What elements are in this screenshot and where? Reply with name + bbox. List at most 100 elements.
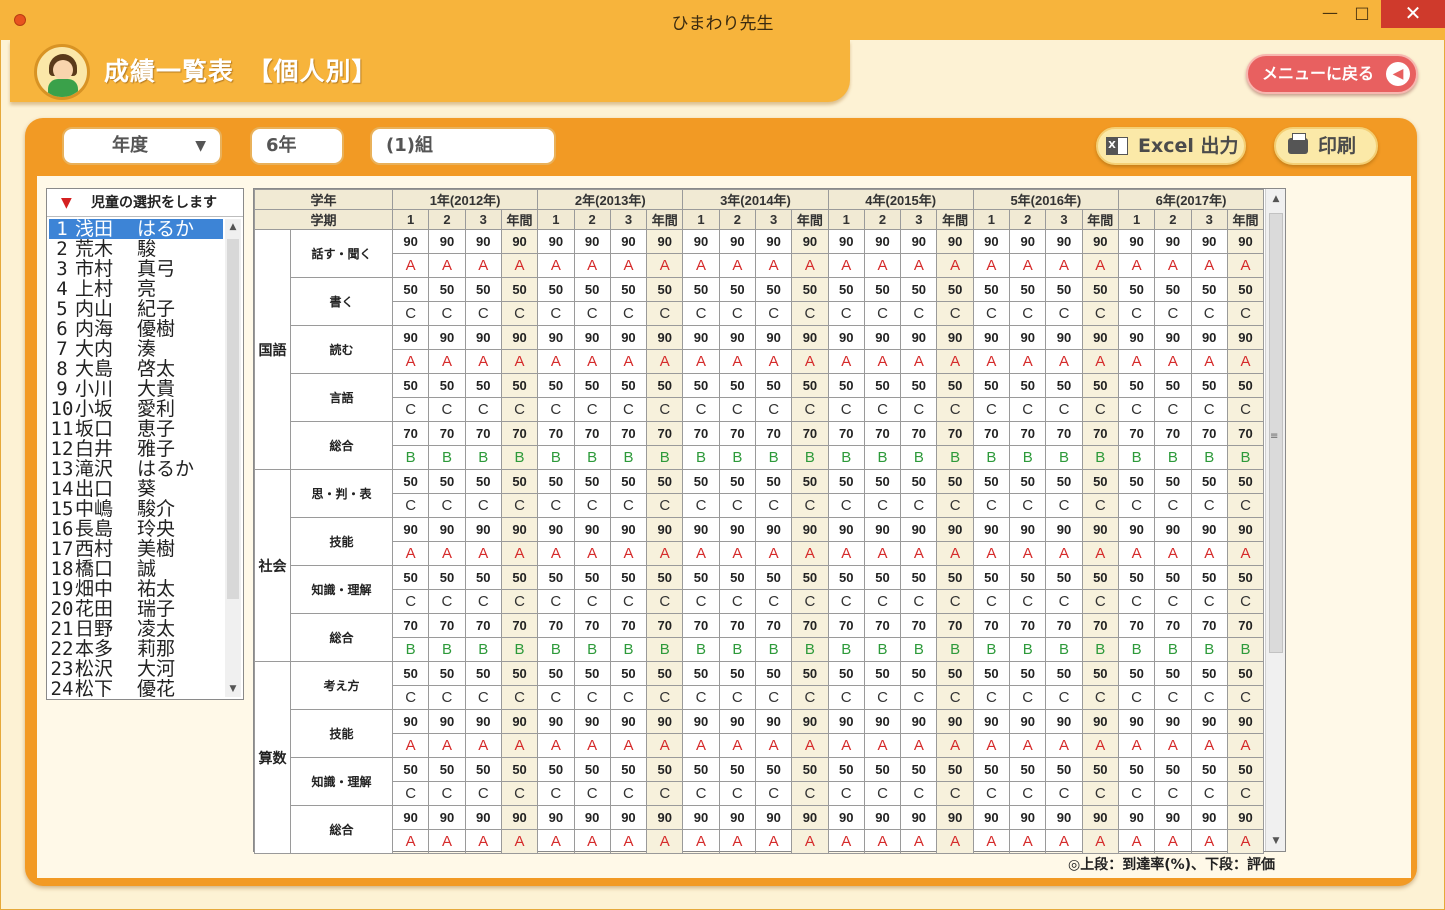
score-cell: 90	[936, 229, 974, 254]
student-list-item[interactable]: 19畑中 祐太	[49, 579, 223, 599]
evaluation-cell: C	[682, 589, 720, 614]
student-list-item[interactable]: 2 荒木 駿	[49, 239, 223, 259]
back-to-menu-button[interactable]: メニューに戻る ◀	[1246, 54, 1418, 94]
evaluation-cell: B	[500, 637, 539, 662]
evaluation-cell: C	[1190, 589, 1228, 614]
student-list-header: ▼ 児童の選択をします	[47, 189, 243, 217]
term-header: 3	[900, 209, 938, 230]
student-given-name: 優樹	[137, 318, 176, 340]
student-list-item[interactable]: 4 上村 亮	[49, 279, 223, 299]
student-list-header-label: 児童の選択をします	[91, 195, 217, 211]
table-row: BBBBBBBBBBBBBBBBBBBBBBBB	[255, 637, 1265, 662]
evaluation-cell: C	[1226, 781, 1265, 806]
student-list-item[interactable]: 11坂口 恵子	[49, 419, 223, 439]
score-cell: 90	[1117, 325, 1156, 350]
term-header: 3	[1190, 209, 1228, 230]
student-list-item[interactable]: 23松沢 大河	[49, 659, 223, 679]
evaluation-cell: C	[537, 301, 575, 326]
score-cell: 90	[863, 709, 902, 734]
score-cell: 90	[1154, 805, 1192, 830]
evaluation-cell: A	[1154, 253, 1192, 278]
score-cell: 50	[972, 469, 1011, 494]
student-list-item[interactable]: 6 内海 優樹	[49, 319, 223, 339]
student-family-name: 松下	[75, 678, 114, 700]
student-list-item[interactable]: 16長島 玲央	[49, 519, 223, 539]
score-cell: 50	[1117, 469, 1156, 494]
student-list-item[interactable]: 14出口 葵	[49, 479, 223, 499]
evaluation-cell: A	[1045, 733, 1083, 758]
student-list-item[interactable]: 10小坂 愛利	[49, 399, 223, 419]
term-header: 2	[1009, 209, 1047, 230]
scroll-up-icon[interactable]: ▲	[225, 219, 241, 235]
evaluation-cell: C	[1009, 301, 1047, 326]
score-cell: 50	[392, 277, 430, 302]
student-list-scroll-thumb[interactable]	[227, 239, 239, 599]
grade-field[interactable]: 6年	[250, 127, 344, 165]
evaluation-cell: A	[537, 541, 575, 566]
student-list-item[interactable]: 17西村 美樹	[49, 539, 223, 559]
scroll-down-icon[interactable]: ▼	[225, 681, 241, 697]
evaluation-cell: B	[573, 637, 611, 662]
evaluation-cell: B	[464, 445, 502, 470]
evaluation-cell: A	[1009, 253, 1047, 278]
evaluation-cell: C	[754, 493, 793, 518]
evaluation-cell: C	[1190, 397, 1228, 422]
excel-export-button[interactable]: Excel 出力	[1096, 127, 1246, 165]
evaluation-cell: B	[754, 445, 793, 470]
evaluation-cell: A	[1045, 253, 1083, 278]
grades-scrollbar[interactable]: ▲ ≡ ▼	[1265, 189, 1285, 851]
student-list-item[interactable]: 1 浅田 はるか	[49, 219, 223, 239]
score-cell: 90	[682, 805, 720, 830]
evaluation-cell: C	[682, 301, 720, 326]
evaluation-cell: C	[791, 397, 829, 422]
maximize-button[interactable]: □	[1340, 0, 1384, 28]
student-list-item[interactable]: 7 大内 湊	[49, 339, 223, 359]
evaluation-cell: A	[754, 541, 793, 566]
student-list-item[interactable]: 18橋口 誠	[49, 559, 223, 579]
print-button[interactable]: 印刷	[1274, 127, 1378, 165]
student-given-name: 啓太	[137, 358, 176, 380]
evaluation-cell: C	[900, 781, 938, 806]
scroll-up-icon[interactable]: ▲	[1268, 191, 1284, 207]
evaluation-cell: B	[1190, 637, 1228, 662]
year-dropdown[interactable]: 年度 ▼	[62, 127, 222, 165]
student-list-item[interactable]: 3 市村 真弓	[49, 259, 223, 279]
student-list-item[interactable]: 9 小川 大貴	[49, 379, 223, 399]
evaluation-cell: A	[936, 253, 974, 278]
evaluation-cell: C	[754, 685, 793, 710]
student-given-name: 真弓	[137, 258, 176, 280]
score-cell: 50	[900, 469, 938, 494]
student-list-scrollbar[interactable]: ▲ ▼	[225, 219, 241, 697]
term-header: 2	[1154, 209, 1192, 230]
evaluation-cell: C	[972, 301, 1011, 326]
close-button[interactable]: ✕	[1381, 0, 1445, 28]
student-list-item[interactable]: 22本多 莉那	[49, 639, 223, 659]
scroll-down-icon[interactable]: ▼	[1268, 833, 1284, 849]
score-cell: 50	[1154, 661, 1192, 686]
table-row: 読む 90 90 90 90 90 90 90 90 90 90 90 90 90 90 90 90 90 90 90…	[255, 325, 1265, 374]
student-list-item[interactable]: 15中嶋 駿介	[49, 499, 223, 519]
evaluation-cell: C	[1154, 493, 1192, 518]
score-cell: 90	[754, 709, 793, 734]
table-row: AAAAAAAAAAAAAAAAAAAAAAAA	[255, 733, 1265, 758]
score-cell: 50	[1154, 373, 1192, 398]
evaluation-cell: C	[392, 781, 430, 806]
student-list-item[interactable]: 24松下 優花	[49, 679, 223, 699]
student-list-item[interactable]: 13滝沢 はるか	[49, 459, 223, 479]
evaluation-cell: A	[392, 541, 430, 566]
student-list-item[interactable]: 8 大島 啓太	[49, 359, 223, 379]
class-field[interactable]: (1)組	[370, 127, 556, 165]
student-list[interactable]: ▼ 児童の選択をします ▲ ▼ 1 浅田 はるか 2 荒木駿 3 市村 真弓 4 上村亮 5 内山 紀子…	[46, 188, 244, 700]
score-cell: 90	[972, 805, 1011, 830]
student-number: 2	[56, 238, 68, 260]
student-list-item[interactable]: 5 内山 紀子	[49, 299, 223, 319]
score-cell: 70	[718, 613, 756, 638]
score-cell: 90	[537, 229, 575, 254]
student-list-item[interactable]: 20花田 瑞子	[49, 599, 223, 619]
evaluation-cell: C	[464, 685, 502, 710]
evaluation-cell: C	[392, 301, 430, 326]
evaluation-cell: A	[718, 829, 756, 854]
student-list-item[interactable]: 21日野 凌太	[49, 619, 223, 639]
student-list-item[interactable]: 12白井 雅子	[49, 439, 223, 459]
score-cell: 90	[500, 805, 539, 830]
